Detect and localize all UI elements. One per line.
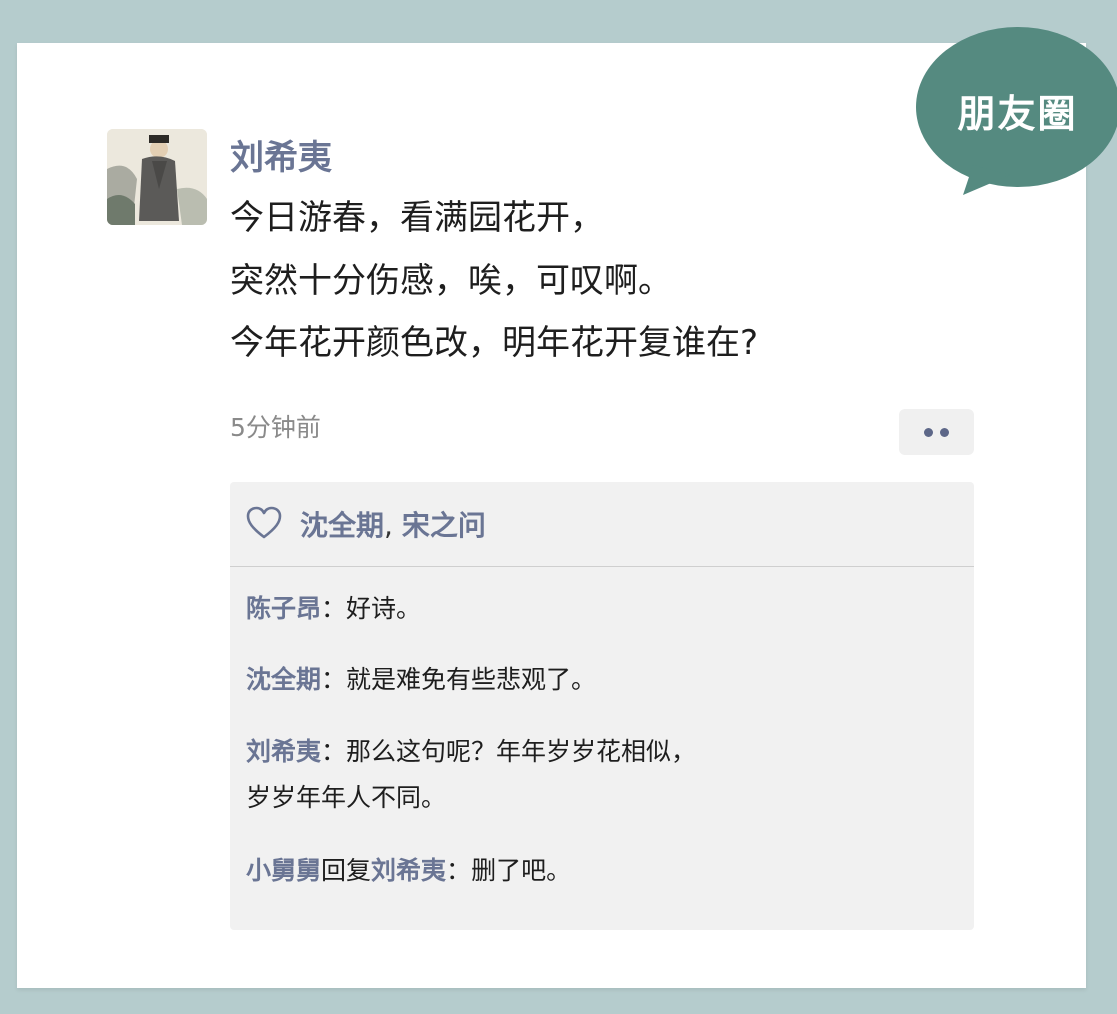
interaction-panel: 沈全期, 宋之问 陈子昂：好诗。 沈全期：就是难免有些悲观了。 刘希夷：那么这句… (230, 482, 974, 930)
like-name[interactable]: 沈全期 (300, 509, 384, 542)
heart-icon (246, 506, 282, 539)
avatar[interactable] (107, 129, 207, 225)
post-text-line: 突然十分伤感，唉，可叹啊。 (230, 261, 672, 301)
dot-icon (924, 427, 933, 437)
moments-badge: 朋友圈 (915, 25, 1117, 200)
comment-colon: ： (321, 665, 347, 694)
comment-text: 删了吧。 (471, 856, 572, 885)
comment-text: 就是难免有些悲观了。 (346, 665, 597, 694)
post-author[interactable]: 刘希夷 (230, 130, 332, 179)
comment-text: 那么这句呢？年年岁岁花相似， (346, 737, 697, 766)
likes-list: 沈全期, 宋之问 (300, 504, 486, 544)
likes-row: 沈全期, 宋之问 (230, 482, 974, 567)
post-text-line: 今年花开颜色改，明年花开复谁在? (230, 323, 759, 363)
post-timestamp: 5分钟前 (230, 413, 321, 442)
comment-item[interactable]: 刘希夷：那么这句呢？年年岁岁花相似， 岁岁年年人不同。 (246, 729, 946, 821)
comment-author[interactable]: 小舅舅 (246, 856, 321, 885)
comment-author[interactable]: 陈子昂 (246, 594, 321, 623)
comment-text-continued: 岁岁年年人不同。 (246, 783, 447, 812)
comment-colon: ： (446, 856, 472, 885)
post-text-line: 今日游春，看满园花开， (230, 198, 604, 238)
moments-badge-label: 朋友圈 (957, 92, 1078, 136)
like-name[interactable]: 宋之问 (402, 509, 486, 542)
comment-author[interactable]: 刘希夷 (246, 737, 321, 766)
comment-item[interactable]: 小舅舅回复刘希夷：删了吧。 (246, 848, 946, 894)
comment-author[interactable]: 沈全期 (246, 665, 321, 694)
comment-text: 好诗。 (346, 594, 422, 623)
dot-icon (940, 427, 949, 437)
like-separator: , (384, 509, 393, 542)
scholar-portrait-icon (107, 129, 207, 225)
comment-colon: ： (321, 594, 347, 623)
reply-word: 回复 (321, 856, 372, 885)
comment-item[interactable]: 陈子昂：好诗。 (246, 586, 946, 632)
comment-colon: ： (321, 737, 347, 766)
more-actions-button[interactable] (899, 409, 974, 455)
comment-item[interactable]: 沈全期：就是难免有些悲观了。 (246, 657, 946, 703)
reply-target[interactable]: 刘希夷 (371, 856, 446, 885)
